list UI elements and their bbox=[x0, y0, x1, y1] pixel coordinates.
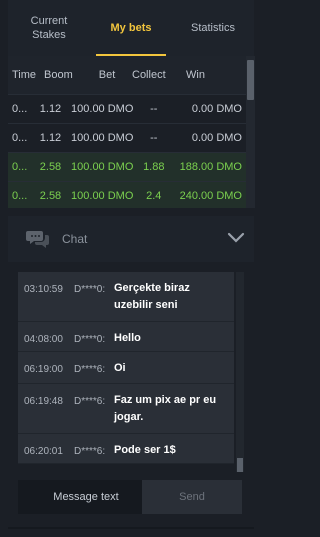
cell-boom: 1.12 bbox=[39, 132, 62, 144]
table-row: 0... 2.58 100.00 DMO 2.4 240.00 DMO bbox=[8, 181, 246, 208]
chat-message: 06:19:00 D****6: Oi bbox=[18, 352, 234, 384]
message-user: D****6: bbox=[74, 396, 106, 407]
tab-bar: Current Stakes My bets Statistics bbox=[8, 0, 254, 56]
message-time: 03:10:59 bbox=[24, 284, 63, 295]
table-scrollbar-thumb[interactable] bbox=[247, 60, 254, 100]
cell-time: 0... bbox=[12, 190, 28, 202]
tab-current-stakes-label: Current Stakes bbox=[30, 15, 68, 41]
message-text: Hello bbox=[114, 332, 141, 344]
message-input[interactable] bbox=[18, 480, 142, 514]
chat-bubbles-icon bbox=[26, 231, 49, 248]
tab-current-stakes[interactable]: Current Stakes bbox=[8, 0, 90, 56]
message-user: D****0: bbox=[74, 334, 106, 345]
cell-time: 0... bbox=[12, 103, 28, 115]
header-win: Win bbox=[186, 69, 205, 81]
header-time: Time bbox=[12, 69, 37, 81]
cell-collect: 1.88 bbox=[143, 161, 165, 173]
divider bbox=[8, 527, 254, 529]
cell-time: 0... bbox=[12, 161, 28, 173]
tab-my-bets[interactable]: My bets bbox=[90, 0, 172, 56]
cell-collect: -- bbox=[150, 132, 158, 144]
cell-win: 240.00 DMO bbox=[179, 190, 242, 202]
message-time: 06:19:48 bbox=[24, 396, 63, 407]
bets-table: Time Boom Bet Collect Win 0... 1.12 100.… bbox=[8, 56, 246, 208]
table-row: 0... 1.12 100.00 DMO -- 0.00 DMO bbox=[8, 94, 246, 123]
message-text: Pode ser 1$ bbox=[114, 444, 176, 456]
chat-title: Chat bbox=[62, 232, 88, 246]
cell-win: 0.00 DMO bbox=[191, 103, 242, 115]
chat-input-row: Send bbox=[18, 480, 242, 514]
bets-panel: Current Stakes My bets Statistics Time B… bbox=[0, 0, 262, 537]
message-user: D****6: bbox=[74, 364, 106, 375]
cell-boom: 1.12 bbox=[39, 103, 62, 115]
chat-messages: 03:10:59 D****0: Gerçekte biraz uzebilir… bbox=[18, 272, 234, 472]
cell-win: 0.00 DMO bbox=[191, 132, 242, 144]
tab-statistics[interactable]: Statistics bbox=[172, 0, 254, 56]
table-row: 0... 2.58 100.00 DMO 1.88 188.00 DMO bbox=[8, 152, 246, 181]
table-row: 0... 1.12 100.00 DMO -- 0.00 DMO bbox=[8, 123, 246, 152]
header-boom: Boom bbox=[44, 69, 73, 81]
message-text: Faz um pix ae pr eu jogar. bbox=[114, 394, 217, 423]
message-time: 06:20:01 bbox=[24, 446, 63, 457]
header-bet: Bet bbox=[98, 69, 116, 81]
chat-message: 03:10:59 D****0: Gerçekte biraz uzebilir… bbox=[18, 272, 234, 322]
cell-bet: 100.00 DMO bbox=[71, 190, 134, 202]
cell-boom: 2.58 bbox=[39, 190, 62, 202]
tab-statistics-label: Statistics bbox=[190, 22, 235, 34]
message-time: 06:19:00 bbox=[24, 364, 63, 375]
cell-collect: 2.4 bbox=[146, 190, 162, 202]
table-header: Time Boom Bet Collect Win bbox=[8, 56, 246, 94]
cell-bet: 100.00 DMO bbox=[71, 103, 134, 115]
message-text: Oi bbox=[114, 362, 126, 374]
message-user: D****0: bbox=[74, 284, 106, 295]
chat-message: 04:08:00 D****0: Hello bbox=[18, 322, 234, 352]
chat-message: 06:20:01 D****6: Pode ser 1$ bbox=[18, 434, 234, 464]
chat-scrollbar-thumb[interactable] bbox=[237, 458, 243, 472]
cell-collect: -- bbox=[150, 103, 158, 115]
send-button[interactable]: Send bbox=[142, 480, 242, 514]
cell-bet: 100.00 DMO bbox=[71, 132, 134, 144]
cell-time: 0... bbox=[12, 132, 28, 144]
cell-boom: 2.58 bbox=[39, 161, 62, 173]
cell-bet: 100.00 DMO bbox=[71, 161, 134, 173]
tab-my-bets-label: My bets bbox=[110, 22, 152, 34]
cell-win: 188.00 DMO bbox=[179, 161, 242, 173]
message-user: D****6: bbox=[74, 446, 106, 457]
chat-message: 06:19:48 D****6: Faz um pix ae pr eu jog… bbox=[18, 384, 234, 434]
message-text: Gerçekte biraz uzebilir seni bbox=[114, 282, 190, 311]
chat-header[interactable]: Chat bbox=[8, 216, 254, 262]
chat-scrollbar[interactable] bbox=[236, 272, 244, 472]
header-collect: Collect bbox=[132, 69, 166, 81]
message-time: 04:08:00 bbox=[24, 334, 63, 345]
chevron-down-icon[interactable] bbox=[226, 228, 246, 248]
